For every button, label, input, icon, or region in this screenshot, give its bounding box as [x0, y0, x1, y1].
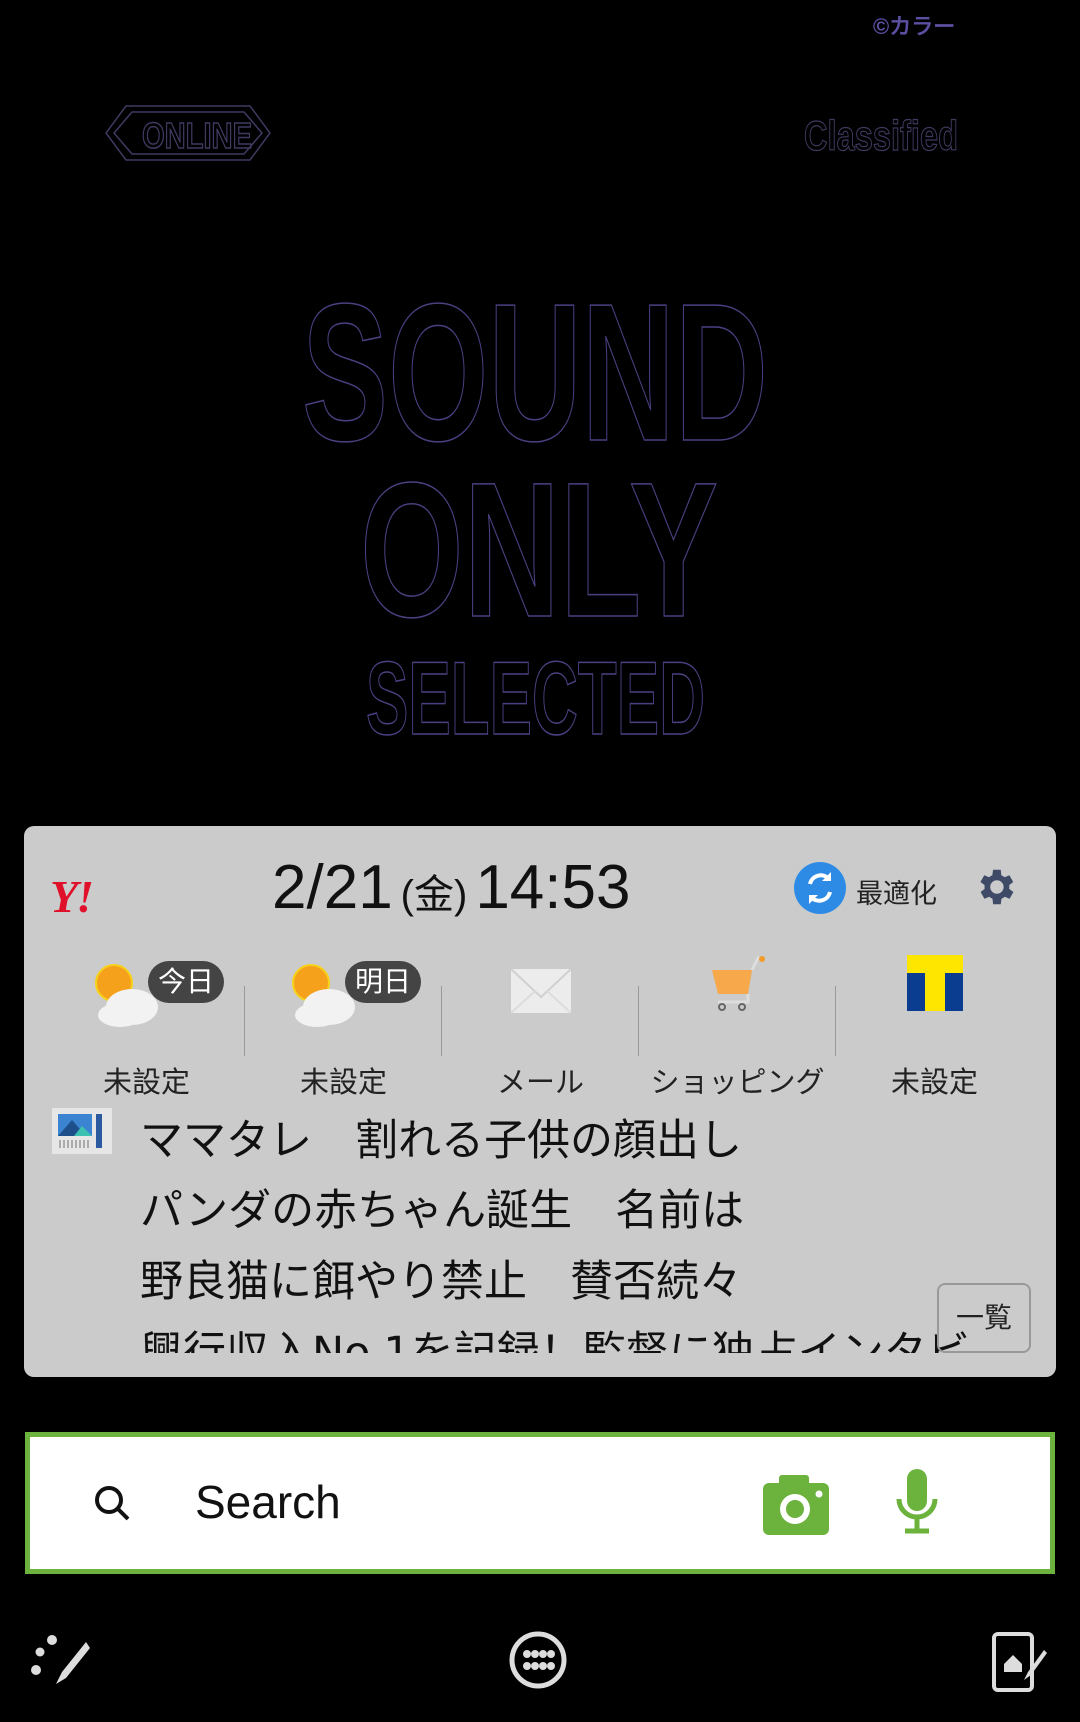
shortcut-weather-today[interactable]: 今日 未設定	[48, 951, 245, 1099]
yahoo-logo[interactable]: Y!	[50, 870, 94, 923]
news-item[interactable]: 興行収入No.1を記録！監督に独占インタビ	[140, 1318, 1020, 1353]
shortcut-label: 未設定	[299, 1065, 387, 1099]
t-point-icon	[906, 955, 963, 1011]
shortcut-label: 未設定	[890, 1065, 978, 1099]
news-item[interactable]: ママタレ 割れる子供の顔出し	[140, 1106, 742, 1168]
today-badge: 今日	[148, 961, 225, 1003]
app-drawer-icon[interactable]	[508, 1630, 568, 1690]
shortcut-label: ショッピング	[650, 1065, 825, 1099]
yahoo-widget: Y! 2/21 (金) 14:53 最適化 今日 未設定 明日 未設定 メール ショ…	[24, 826, 1056, 1377]
shortcut-mail[interactable]: メール	[442, 951, 639, 1099]
shopping-cart-icon	[711, 956, 765, 1011]
search-input[interactable]: Search	[195, 1475, 341, 1529]
tomorrow-badge: 明日	[345, 961, 422, 1003]
news-item[interactable]: パンダの赤ちゃん誕生 名前は	[140, 1176, 744, 1238]
online-text: ONLINE	[142, 115, 252, 156]
date: 2/21	[272, 853, 393, 922]
gear-icon[interactable]	[972, 864, 1018, 910]
only-text: ONLY	[360, 442, 718, 657]
news-icon	[52, 1108, 112, 1154]
mail-icon	[510, 969, 571, 1013]
microphone-icon[interactable]	[895, 1469, 939, 1535]
online-badge: ONLINE	[105, 105, 271, 161]
home-edit-icon[interactable]	[992, 1632, 1048, 1692]
news-item[interactable]: 野良猫に餌やり禁止 賛否続々	[140, 1247, 742, 1309]
shortcut-label: メール	[496, 1065, 584, 1099]
shortcut-label: 未設定	[102, 1065, 190, 1099]
weekday: (金)	[400, 873, 468, 917]
selected-text: SELECTED	[366, 641, 705, 757]
sync-icon[interactable]	[794, 862, 846, 914]
search-icon	[95, 1486, 130, 1521]
wallpaper-brush-icon[interactable]	[30, 1630, 94, 1690]
wallpaper: ©カラー ONLINE Classified SOUND ONLY SELECT…	[105, 14, 959, 758]
news-list-button[interactable]: 一覧	[937, 1283, 1031, 1353]
copyright-text: ©カラー	[873, 14, 955, 39]
camera-icon[interactable]	[763, 1473, 829, 1535]
search-bar[interactable]: Search	[25, 1432, 1055, 1574]
shortcut-tpoint[interactable]: 未設定	[836, 951, 1033, 1099]
classified-text: Classified	[804, 112, 958, 159]
time: 14:53	[475, 853, 631, 922]
date-time: 2/21 (金) 14:53	[272, 852, 630, 923]
shortcut-weather-tomorrow[interactable]: 明日 未設定	[245, 951, 442, 1099]
optimize-button[interactable]: 最適化	[856, 872, 937, 911]
shortcut-shopping[interactable]: ショッピング	[639, 951, 836, 1099]
